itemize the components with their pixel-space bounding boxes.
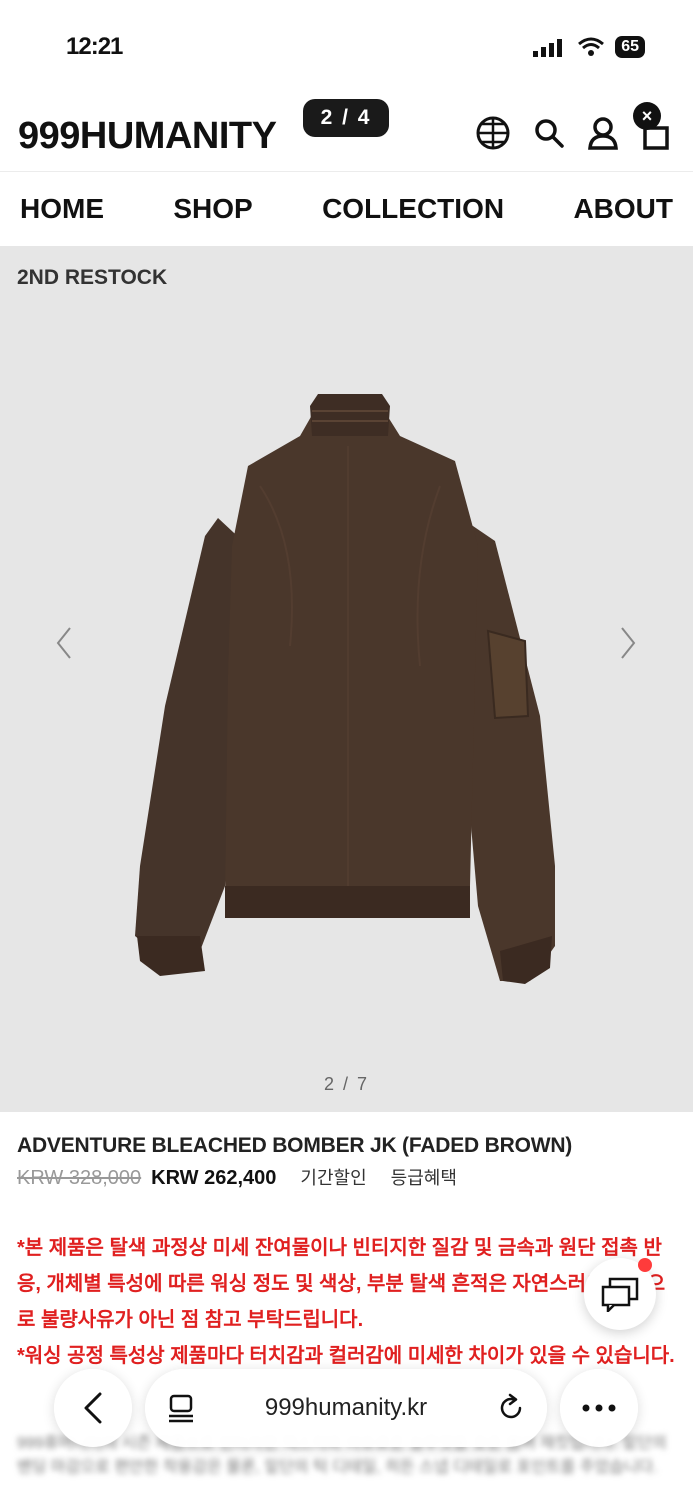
status-indicators: 65 <box>533 36 645 58</box>
globe-icon[interactable] <box>475 115 511 151</box>
nav-about[interactable]: ABOUT <box>573 193 673 225</box>
status-time: 12:21 <box>66 33 123 60</box>
user-icon[interactable] <box>587 116 619 150</box>
nav-shop[interactable]: SHOP <box>173 193 252 225</box>
price-row: KRW 328,000 KRW 262,400 기간할인 등급혜택 <box>17 1164 457 1190</box>
period-discount-link[interactable]: 기간할인 <box>300 1164 366 1190</box>
site-header: 999HUMANITY 2 / 4 × <box>0 95 693 172</box>
tier-benefit-link[interactable]: 등급혜택 <box>391 1164 457 1190</box>
browser-toolbar: 999humanity.kr <box>0 1366 693 1452</box>
notice-line-1: *본 제품은 탈색 과정상 미세 잔여물이나 빈티지한 질감 및 금속과 원단 … <box>17 1237 666 1331</box>
main-nav: HOME SHOP COLLECTION ABOUT <box>0 172 693 246</box>
status-bar: 12:21 65 <box>0 0 693 95</box>
search-icon[interactable] <box>533 117 565 149</box>
url-text[interactable]: 999humanity.kr <box>195 1394 497 1422</box>
close-icon[interactable]: × <box>633 102 661 130</box>
gallery-counter: 2 / 7 <box>323 1074 370 1094</box>
chat-button[interactable] <box>584 1258 656 1330</box>
nav-home[interactable]: HOME <box>20 193 104 225</box>
gallery-next-arrow[interactable] <box>618 626 638 660</box>
product-image[interactable] <box>0 246 693 1112</box>
gallery-prev-arrow[interactable] <box>54 626 74 660</box>
product-title: ADVENTURE BLEACHED BOMBER JK (FADED BROW… <box>17 1134 573 1157</box>
sale-price: KRW 262,400 <box>151 1167 277 1189</box>
signal-icon <box>533 39 563 57</box>
wifi-icon <box>578 37 605 56</box>
more-button[interactable] <box>560 1369 638 1447</box>
notification-dot <box>638 1258 652 1272</box>
chevron-left-icon <box>84 1392 102 1424</box>
original-price: KRW 328,000 <box>17 1167 142 1189</box>
product-notice: *본 제품은 탈색 과정상 미세 잔여물이나 빈티지한 질감 및 금속과 원단 … <box>17 1230 677 1374</box>
reload-icon[interactable] <box>497 1393 525 1423</box>
image-counter-pill: 2 / 4 <box>303 99 389 137</box>
site-logo[interactable]: 999HUMANITY <box>18 115 277 158</box>
address-bar[interactable]: 999humanity.kr <box>145 1369 547 1447</box>
back-button[interactable] <box>54 1369 132 1447</box>
product-gallery[interactable]: 2ND RESTOCK 2 / 7 <box>0 246 693 1112</box>
reader-icon[interactable] <box>167 1393 195 1423</box>
battery-indicator: 65 <box>615 36 645 58</box>
chat-icon <box>601 1277 639 1312</box>
nav-collection[interactable]: COLLECTION <box>322 193 504 225</box>
more-icon <box>582 1404 616 1412</box>
